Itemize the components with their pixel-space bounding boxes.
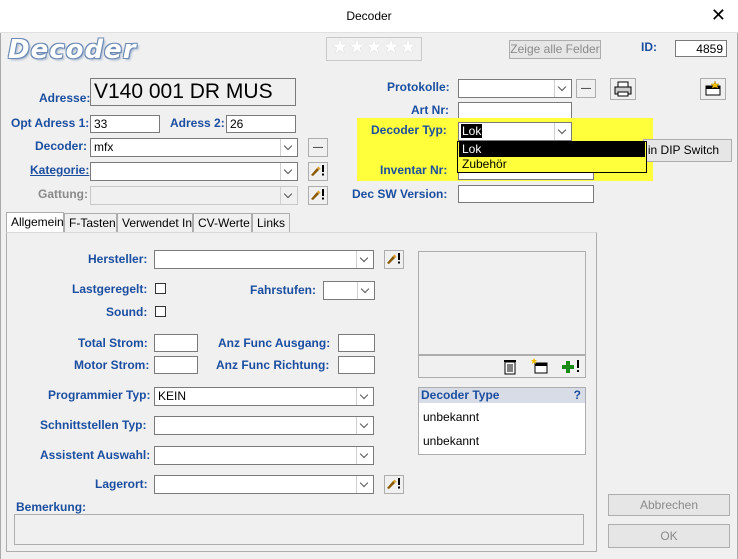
chevron-down-icon[interactable] bbox=[356, 388, 373, 405]
add-plus-icon[interactable] bbox=[559, 357, 583, 376]
pencil-exclamation-icon[interactable] bbox=[308, 186, 328, 205]
window-title: Decoder bbox=[346, 9, 392, 23]
image-list[interactable] bbox=[418, 251, 586, 355]
decoder-typ-value: Lok bbox=[461, 124, 483, 138]
dec-sw-label: Dec SW Version: bbox=[352, 187, 448, 201]
add-image-icon[interactable] bbox=[529, 357, 551, 376]
chevron-down-icon[interactable] bbox=[280, 163, 297, 180]
tab-links[interactable]: Links bbox=[252, 213, 290, 232]
id-label: ID: bbox=[641, 40, 657, 54]
pencil-exclamation-icon[interactable] bbox=[384, 250, 404, 269]
lastgeregelt-label: Lastgeregelt: bbox=[72, 282, 148, 296]
dec-sw-input[interactable] bbox=[458, 185, 594, 203]
close-icon[interactable]: ✕ bbox=[711, 5, 726, 25]
motor-strom-label: Motor Strom: bbox=[74, 358, 150, 372]
gattung-select[interactable] bbox=[90, 186, 298, 205]
tab-allgemein[interactable]: Allgemein bbox=[6, 212, 64, 233]
chevron-down-icon[interactable] bbox=[280, 187, 297, 204]
decoder-type-panel: Decoder Type ? unbekannt unbekannt bbox=[418, 387, 586, 455]
inventar-label: Inventar Nr: bbox=[380, 163, 448, 177]
chevron-down-icon[interactable] bbox=[357, 282, 374, 299]
logo-title: Decoder bbox=[8, 35, 137, 65]
new-record-icon[interactable] bbox=[700, 78, 726, 100]
decoder-dash-button[interactable]: — bbox=[308, 138, 328, 157]
cancel-button[interactable]: Abbrechen bbox=[608, 494, 730, 516]
anz-func-richtung-input[interactable] bbox=[338, 356, 375, 374]
bemerkung-textarea[interactable] bbox=[14, 514, 584, 545]
lastgeregelt-checkbox[interactable] bbox=[155, 283, 166, 294]
programmier-typ-label: Programmier Typ: bbox=[48, 388, 151, 402]
artnr-label: Art Nr: bbox=[411, 103, 449, 117]
protokolle-label: Protokolle: bbox=[387, 80, 450, 94]
total-strom-input[interactable] bbox=[154, 334, 198, 352]
dropdown-option-lok[interactable]: Lok bbox=[459, 142, 645, 157]
chevron-down-icon[interactable] bbox=[280, 139, 297, 156]
tab-f-tasten[interactable]: F-Tasten bbox=[64, 213, 117, 232]
schnittstellen-label: Schnittstellen Typ: bbox=[40, 418, 147, 432]
title-bar: Decoder ✕ bbox=[0, 0, 738, 33]
sound-checkbox[interactable] bbox=[155, 306, 166, 317]
opt-adress1-label: Opt Adress 1: bbox=[11, 116, 90, 130]
show-all-fields-button[interactable]: Zeige alle Felder bbox=[509, 40, 601, 59]
decoder-type-title: Decoder Type bbox=[421, 388, 500, 402]
help-icon[interactable]: ? bbox=[574, 388, 581, 403]
chevron-down-icon[interactable] bbox=[554, 80, 571, 97]
rating-stars[interactable]: ★★★★★ bbox=[326, 37, 422, 61]
chevron-down-icon[interactable] bbox=[356, 476, 373, 493]
protokolle-select[interactable] bbox=[458, 79, 572, 98]
adress2-label: Adress 2: bbox=[170, 116, 225, 130]
total-strom-label: Total Strom: bbox=[78, 336, 148, 350]
assistent-select[interactable] bbox=[154, 446, 374, 465]
opt-adress1-input[interactable]: 33 bbox=[90, 115, 160, 133]
motor-strom-input[interactable] bbox=[154, 356, 198, 374]
id-field: 4859 bbox=[675, 40, 727, 57]
schnittstellen-select[interactable] bbox=[154, 416, 374, 435]
decoder-type-row: unbekannt bbox=[423, 434, 480, 448]
anz-func-richtung-label: Anz Func Richtung: bbox=[216, 358, 330, 372]
anz-func-ausgang-input[interactable] bbox=[338, 334, 375, 352]
programmier-typ-value: KEIN bbox=[158, 389, 187, 403]
adress2-input[interactable]: 26 bbox=[226, 115, 296, 133]
fahrstufen-select[interactable] bbox=[323, 281, 375, 300]
ok-button[interactable]: OK bbox=[608, 524, 730, 548]
decoder-typ-label: Decoder Typ: bbox=[371, 123, 447, 137]
chevron-down-icon[interactable] bbox=[356, 251, 373, 268]
kategorie-label: Kategorie: bbox=[30, 163, 90, 177]
lagerort-select[interactable] bbox=[154, 475, 374, 494]
sound-label: Sound: bbox=[106, 305, 148, 319]
chevron-down-icon[interactable] bbox=[554, 123, 571, 140]
trash-icon[interactable] bbox=[499, 357, 521, 376]
adresse-input[interactable]: V140 001 DR MUS bbox=[90, 78, 296, 106]
pencil-exclamation-icon[interactable] bbox=[308, 162, 328, 181]
hersteller-label: Hersteller: bbox=[88, 252, 148, 266]
bemerkung-label: Bemerkung: bbox=[16, 500, 87, 514]
decoder-label: Decoder: bbox=[35, 139, 88, 153]
decoder-select-value: mfx bbox=[94, 140, 114, 154]
decoder-typ-dropdown: Lok Zubehör bbox=[457, 141, 647, 173]
fahrstufen-label: Fahrstufen: bbox=[250, 283, 316, 297]
decoder-type-header: Decoder Type ? bbox=[419, 388, 585, 403]
decoder-typ-select[interactable]: Lok bbox=[458, 122, 572, 141]
protokolle-dash-button[interactable]: — bbox=[576, 79, 596, 98]
adresse-label: Adresse: bbox=[39, 91, 91, 105]
programmier-typ-select[interactable]: KEIN bbox=[154, 387, 374, 406]
hersteller-select[interactable] bbox=[154, 250, 374, 269]
assistent-label: Assistent Auswahl: bbox=[40, 448, 151, 462]
dip-switch-button[interactable]: in DIP Switch bbox=[643, 139, 732, 162]
dropdown-option-zubehoer[interactable]: Zubehör bbox=[459, 157, 645, 172]
decoder-select[interactable]: mfx bbox=[90, 138, 298, 157]
pencil-exclamation-icon[interactable] bbox=[384, 475, 404, 494]
printer-icon[interactable] bbox=[610, 78, 636, 100]
decoder-type-row: unbekannt bbox=[423, 410, 480, 424]
tab-verwendet-in[interactable]: Verwendet In bbox=[117, 213, 193, 232]
gattung-label: Gattung: bbox=[38, 187, 88, 201]
chevron-down-icon[interactable] bbox=[356, 417, 373, 434]
anz-func-ausgang-label: Anz Func Ausgang: bbox=[218, 336, 331, 350]
lagerort-label: Lagerort: bbox=[95, 477, 148, 491]
kategorie-select[interactable] bbox=[90, 162, 298, 181]
chevron-down-icon[interactable] bbox=[356, 447, 373, 464]
tab-cv-werte[interactable]: CV-Werte bbox=[193, 213, 252, 232]
image-toolbar bbox=[418, 355, 586, 378]
